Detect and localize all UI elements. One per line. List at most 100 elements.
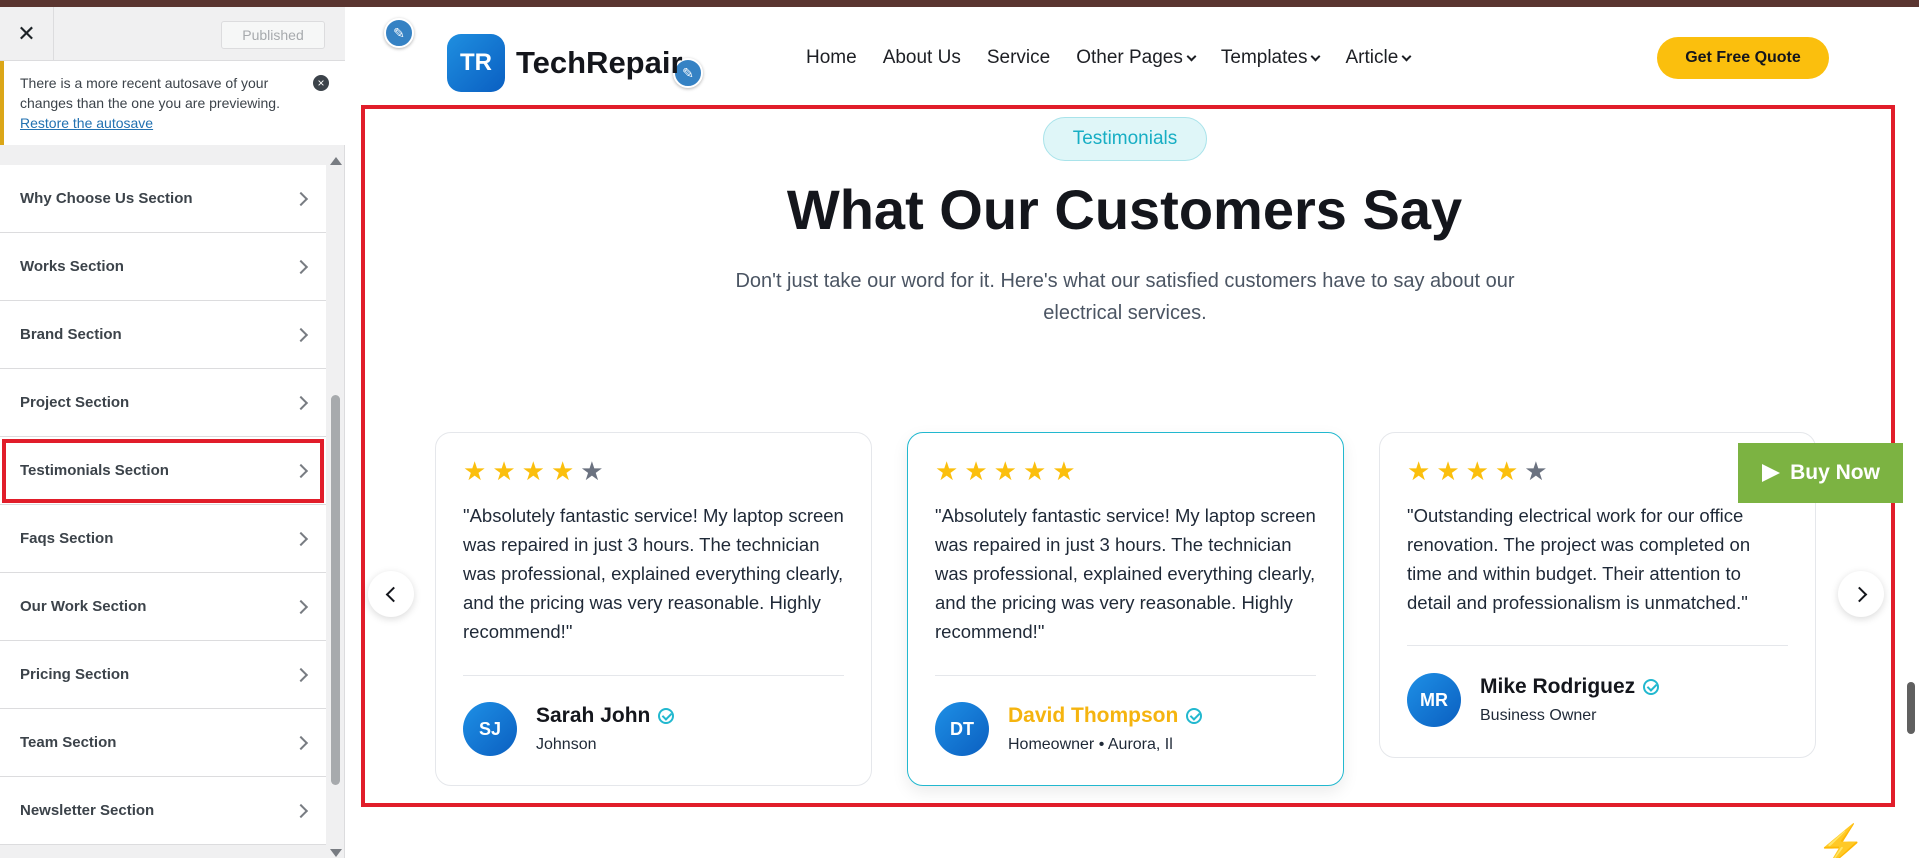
sidebar-section-list: Why Choose Us Section Works Section Bran… xyxy=(0,165,326,855)
chevron-right-icon xyxy=(293,395,309,410)
testimonial-author: DT David Thompson Homeowner • Aurora, Il xyxy=(935,702,1203,756)
published-button[interactable]: Published xyxy=(221,21,325,49)
star-icon: ★ xyxy=(993,456,1017,486)
star-icon: ★ xyxy=(1022,456,1047,486)
star-icon: ★ xyxy=(550,456,575,486)
chevron-left-icon xyxy=(385,586,401,602)
sidebar-scroll-thumb[interactable] xyxy=(331,395,340,785)
site-preview: ✎ ✎ TR TechRepair Home About Us Service … xyxy=(346,7,1919,858)
next-slide-button[interactable] xyxy=(1838,571,1884,617)
chevron-down-icon xyxy=(1401,51,1412,61)
sidebar-item-why-choose-us[interactable]: Why Choose Us Section xyxy=(0,165,326,233)
star-icon: ★ xyxy=(463,456,487,486)
nav-service[interactable]: Service xyxy=(987,47,1050,69)
star-icon: ★ xyxy=(1465,456,1489,486)
send-arrow-icon xyxy=(1762,464,1781,482)
sidebar-item-label: Team Section xyxy=(20,734,117,751)
chevron-right-icon xyxy=(1851,586,1867,602)
nav-label: About Us xyxy=(882,47,961,68)
chevron-right-icon xyxy=(293,735,309,750)
author-name-row: Sarah John xyxy=(536,704,675,728)
sidebar-item-label: Pricing Section xyxy=(20,666,130,683)
nav-label: Service xyxy=(986,47,1051,68)
nav-label: Home xyxy=(806,47,857,68)
sidebar-item-faqs[interactable]: Faqs Section xyxy=(0,505,326,573)
scroll-down-icon[interactable] xyxy=(330,849,342,857)
sidebar-item-newsletter[interactable]: Newsletter Section xyxy=(0,777,326,845)
sidebar-item-works[interactable]: Works Section xyxy=(0,233,326,301)
chevron-right-icon xyxy=(293,259,309,274)
preview-scrollbar[interactable] xyxy=(1903,7,1919,858)
sidebar-item-our-work[interactable]: Our Work Section xyxy=(0,573,326,641)
chevron-right-icon xyxy=(293,599,309,614)
nav-other-pages[interactable]: Other Pages xyxy=(1076,47,1197,69)
star-icon: ★ xyxy=(1407,456,1431,486)
buy-now-button[interactable]: Buy Now xyxy=(1738,443,1904,503)
sidebar-item-label: Why Choose Us Section xyxy=(20,190,193,207)
testimonial-quote: "Absolutely fantastic service! My laptop… xyxy=(935,505,1316,642)
buy-now-label: Buy Now xyxy=(1790,461,1880,484)
testimonial-card-active: ★ ★ ★ ★ ★ "Absolutely fantastic service!… xyxy=(907,432,1344,786)
testimonial-author: MR Mike Rodriguez Business Owner xyxy=(1407,673,1660,727)
sidebar-item-label: Faqs Section xyxy=(20,530,114,547)
sidebar-item-project[interactable]: Project Section xyxy=(0,369,326,437)
testimonial-quote: "Outstanding electrical work for our off… xyxy=(1407,505,1751,613)
get-free-quote-button[interactable]: Get Free Quote xyxy=(1657,37,1829,79)
chevron-down-icon xyxy=(1311,51,1321,61)
testimonial-card: ★ ★ ★ ★ ★ "Absolutely fantastic service!… xyxy=(435,432,872,786)
logo-text[interactable]: TechRepair xyxy=(516,45,683,81)
sidebar-scrollbar[interactable] xyxy=(328,157,342,857)
verified-icon xyxy=(1643,679,1660,695)
author-name-row: Mike Rodriguez xyxy=(1480,675,1660,699)
section-title: What Our Customers Say xyxy=(786,178,1463,241)
author-name: David Thompson xyxy=(1008,704,1179,727)
nav-templates[interactable]: Templates xyxy=(1220,47,1321,69)
testimonial-author: SJ Sarah John Johnson xyxy=(463,702,675,756)
author-name-row: David Thompson xyxy=(1008,704,1203,728)
preview-scroll-thumb[interactable] xyxy=(1907,682,1915,734)
sidebar-item-label: Project Section xyxy=(20,394,130,411)
sidebar-item-label: Newsletter Section xyxy=(20,802,155,819)
chevron-right-icon xyxy=(293,803,309,818)
star-icon: ★ xyxy=(521,456,545,486)
close-icon[interactable]: ✕ xyxy=(0,7,54,61)
scroll-up-icon[interactable] xyxy=(330,157,342,165)
author-role: Business Owner xyxy=(1480,707,1597,724)
star-icon: ★ xyxy=(935,456,959,486)
nav-about-us[interactable]: About Us xyxy=(883,47,961,69)
customizer-sidebar: ✕ Published There is a more recent autos… xyxy=(0,7,345,858)
divider xyxy=(1407,645,1788,646)
divider xyxy=(463,675,844,676)
edit-shortcut-pencil-icon[interactable]: ✎ xyxy=(384,18,414,48)
chevron-right-icon xyxy=(293,531,309,546)
nav-article[interactable]: Article xyxy=(1345,47,1412,69)
nav-label: Templates xyxy=(1220,47,1308,68)
testimonial-quote: "Absolutely fantastic service! My laptop… xyxy=(463,505,844,642)
sidebar-item-label: Works Section xyxy=(20,258,124,275)
lightning-bolt-icon: ⚡ xyxy=(1816,824,1866,858)
restore-autosave-link[interactable]: Restore the autosave xyxy=(20,115,153,131)
star-empty-icon: ★ xyxy=(1524,456,1548,486)
divider xyxy=(935,675,1316,676)
sidebar-item-testimonials[interactable]: Testimonials Section xyxy=(0,437,326,505)
star-icon: ★ xyxy=(964,456,988,486)
sidebar-item-brand[interactable]: Brand Section xyxy=(0,301,326,369)
star-icon: ★ xyxy=(1436,456,1460,486)
prev-slide-button[interactable] xyxy=(368,571,414,617)
nav-home[interactable]: Home xyxy=(806,47,857,69)
sidebar-item-pricing[interactable]: Pricing Section xyxy=(0,641,326,709)
autosave-notice: There is a more recent autosave of your … xyxy=(0,61,345,145)
chevron-down-icon xyxy=(1186,51,1197,61)
author-role: Homeowner • Aurora, Il xyxy=(1008,736,1173,753)
sidebar-item-label: Testimonials Section xyxy=(20,462,169,479)
logo-badge[interactable]: TR xyxy=(447,34,505,92)
chevron-right-icon xyxy=(293,191,309,206)
star-icon: ★ xyxy=(1494,456,1519,486)
sidebar-item-label: Our Work Section xyxy=(20,598,147,615)
star-empty-icon: ★ xyxy=(580,456,604,486)
verified-icon xyxy=(1186,708,1203,724)
sidebar-item-label: Brand Section xyxy=(20,326,122,343)
dismiss-notice-icon[interactable]: × xyxy=(313,75,329,91)
autosave-notice-text: There is a more recent autosave of your … xyxy=(20,75,280,111)
sidebar-item-team[interactable]: Team Section xyxy=(0,709,326,777)
